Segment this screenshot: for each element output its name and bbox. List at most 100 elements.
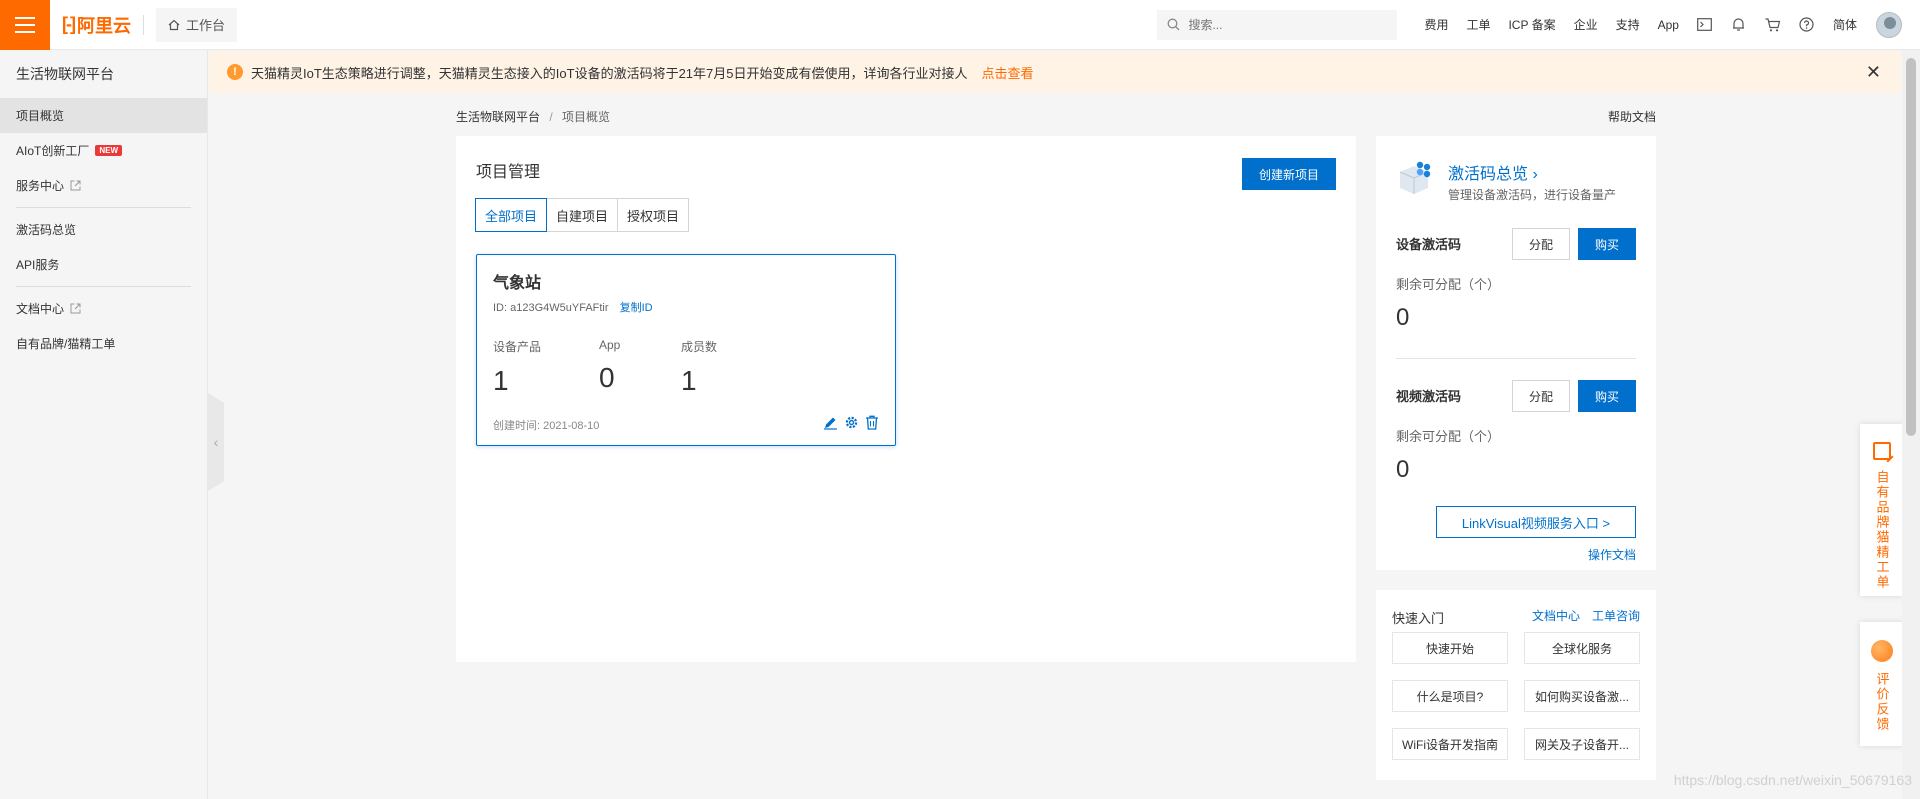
quick-start-button[interactable]: 快速开始: [1392, 632, 1508, 664]
video-remain-value: 0: [1396, 456, 1410, 483]
nav-link-app[interactable]: App: [1658, 18, 1679, 32]
doc-center-link[interactable]: 文档中心: [1532, 607, 1580, 624]
stat-device-products: 设备产品 1: [493, 338, 541, 397]
sidebar-item-service-center[interactable]: 服务中心: [0, 168, 207, 203]
aliyun-logo-text: 阿里云: [76, 15, 131, 36]
gear-icon[interactable]: [844, 415, 859, 434]
activation-subtitle: 管理设备激活码，进行设备量产: [1448, 188, 1617, 202]
how-to-buy-button[interactable]: 如何购买设备激...: [1524, 680, 1640, 712]
top-bar: [-] 阿里云 工作台 费用 工单 ICP 备案 企业 支持 App 简体: [0, 0, 1920, 50]
sidebar-item-label: 自有品牌/猫精工单: [16, 337, 116, 351]
operation-doc-link[interactable]: 操作文档: [1588, 546, 1636, 563]
video-buy-button[interactable]: 购买: [1578, 380, 1636, 412]
tab-own-projects[interactable]: 自建项目: [546, 198, 619, 232]
video-assign-button[interactable]: 分配: [1512, 380, 1570, 412]
ticket-consult-link[interactable]: 工单咨询: [1592, 607, 1640, 624]
chevron-right-icon: ›: [1532, 166, 1538, 183]
edit-note-icon: [1873, 442, 1891, 460]
new-badge: NEW: [95, 145, 123, 156]
workbench-label: 工作台: [185, 18, 225, 33]
device-remain-label: 剩余可分配（个）: [1396, 277, 1501, 292]
sidebar-item-label: 服务中心: [16, 179, 65, 193]
edit-icon[interactable]: [823, 415, 838, 434]
nav-link-enterprise[interactable]: 企业: [1574, 16, 1598, 33]
project-created-date: 创建时间: 2021-08-10: [493, 420, 600, 432]
close-icon[interactable]: ✕: [1866, 62, 1881, 83]
stat-label: App: [599, 338, 621, 352]
workbench-button[interactable]: 工作台: [155, 7, 237, 42]
stat-app: App 0: [599, 338, 620, 394]
watermark: https://blog.csdn.net/weixin_50679163: [1673, 772, 1912, 788]
help-icon[interactable]: [1799, 17, 1815, 33]
sidebar-item-activation-overview[interactable]: 激活码总览: [0, 212, 207, 247]
scrollbar-thumb[interactable]: [1906, 58, 1916, 436]
project-tabs: 全部项目 自建项目 授权项目: [475, 198, 690, 232]
breadcrumb-root[interactable]: 生活物联网平台: [456, 110, 540, 124]
copy-id-link[interactable]: 复制ID: [620, 302, 653, 314]
logo-divider: [142, 14, 144, 35]
sidebar-item-aiot-factory[interactable]: AIoT创新工厂 NEW: [0, 133, 207, 168]
nav-link-support[interactable]: 支持: [1616, 16, 1640, 33]
menu-line: [15, 16, 35, 19]
project-management-panel: 项目管理 创建新项目 全部项目 自建项目 授权项目 气象站 ID: a123G4…: [456, 136, 1356, 662]
video-remain-label: 剩余可分配（个）: [1396, 429, 1501, 444]
nav-link-ticket[interactable]: 工单: [1466, 16, 1490, 33]
sidebar-item-doc-center[interactable]: 文档中心: [0, 291, 207, 326]
chevron-left-icon: ‹: [213, 434, 219, 450]
brand-ticket-widget[interactable]: 自有品牌猫精工单: [1860, 424, 1904, 596]
page-title: 项目管理: [476, 164, 541, 181]
warning-icon: !: [227, 64, 243, 80]
help-doc-link[interactable]: 帮助文档: [1608, 108, 1656, 125]
gateway-dev-button[interactable]: 网关及子设备开...: [1524, 728, 1640, 760]
breadcrumb-separator: /: [549, 110, 553, 124]
quick-start-links: 文档中心 工单咨询: [1532, 607, 1640, 624]
stat-value: 1: [681, 365, 697, 396]
topbar-right: 费用 工单 ICP 备案 企业 支持 App 简体: [1157, 0, 1920, 50]
stat-value: 1: [493, 365, 509, 396]
menu-line: [15, 23, 35, 26]
notice-text: 天猫精灵IoT生态策略进行调整，天猫精灵生态接入的IoT设备的激活码将于21年7…: [251, 65, 968, 81]
sidebar-item-brand-ticket[interactable]: 自有品牌/猫精工单: [0, 326, 207, 361]
breadcrumb-current: 项目概览: [562, 110, 611, 124]
activation-code-card: 激活码总览 › 管理设备激活码，进行设备量产 设备激活码 分配 购买 剩余可分配…: [1376, 136, 1656, 570]
tab-all-projects[interactable]: 全部项目: [475, 198, 548, 232]
activation-title: 激活码总览: [1448, 166, 1529, 183]
search-input[interactable]: [1188, 17, 1369, 32]
bell-icon[interactable]: [1731, 17, 1747, 33]
linkvisual-entry-button[interactable]: LinkVisual视频服务入口 >: [1436, 506, 1636, 538]
device-buy-button[interactable]: 购买: [1578, 228, 1636, 260]
terminal-icon[interactable]: [1697, 17, 1713, 33]
sidebar-divider: [16, 207, 191, 208]
trash-icon[interactable]: [865, 415, 879, 434]
language-switch[interactable]: 简体: [1833, 16, 1857, 33]
wifi-dev-guide-button[interactable]: WiFi设备开发指南: [1392, 728, 1508, 760]
device-activation-title: 设备激活码: [1396, 237, 1462, 252]
feedback-widget[interactable]: 评价反馈: [1860, 622, 1904, 746]
search-box[interactable]: [1157, 9, 1398, 40]
stat-members: 成员数 1: [681, 338, 717, 397]
project-name: 气象站: [493, 275, 542, 292]
activation-overview-link[interactable]: 激活码总览 ›: [1448, 160, 1538, 184]
notice-link[interactable]: 点击查看: [982, 63, 1034, 82]
what-is-project-button[interactable]: 什么是项目?: [1392, 680, 1508, 712]
nav-link-billing[interactable]: 费用: [1424, 16, 1448, 33]
quick-start-title: 快速入门: [1392, 611, 1445, 626]
aliyun-logo[interactable]: [-] 阿里云: [62, 12, 131, 38]
project-id: ID: a123G4W5uYFAFtir 复制ID: [493, 299, 653, 315]
create-project-button[interactable]: 创建新项目: [1242, 158, 1336, 190]
activation-box-icon: [1399, 161, 1431, 194]
cart-icon[interactable]: [1765, 17, 1781, 33]
page-scrollbar[interactable]: [1902, 50, 1920, 799]
brand-ticket-label: 自有品牌猫精工单: [1874, 470, 1890, 590]
hamburger-menu-button[interactable]: [0, 0, 50, 50]
sidebar-item-project-overview[interactable]: 项目概览: [0, 98, 207, 133]
avatar[interactable]: [1876, 11, 1902, 38]
global-service-button[interactable]: 全球化服务: [1524, 632, 1640, 664]
sidebar-collapse-handle[interactable]: ‹: [208, 393, 224, 491]
sidebar-item-api-service[interactable]: API服务: [0, 247, 207, 282]
device-assign-button[interactable]: 分配: [1512, 228, 1570, 260]
tab-authorized-projects[interactable]: 授权项目: [617, 198, 690, 232]
nav-link-icp[interactable]: ICP 备案: [1508, 16, 1555, 33]
project-card[interactable]: 气象站 ID: a123G4W5uYFAFtir 复制ID 设备产品 1 App…: [476, 254, 896, 446]
sidebar-item-label: 激活码总览: [16, 223, 77, 237]
